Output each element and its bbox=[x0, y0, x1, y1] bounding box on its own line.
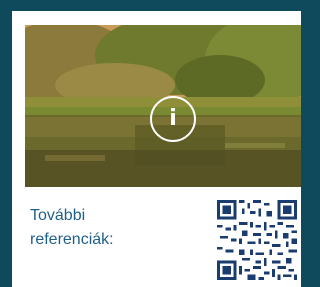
reference-card: i További referenciák: bbox=[12, 11, 301, 287]
references-label: További referenciák: bbox=[30, 204, 190, 252]
qr-code-icon[interactable] bbox=[217, 200, 297, 280]
references-label-line1: További bbox=[30, 207, 86, 224]
info-icon: i bbox=[169, 106, 177, 131]
info-button[interactable]: i bbox=[150, 96, 196, 142]
lake-photo: i bbox=[25, 25, 301, 187]
references-label-line2: referenciák: bbox=[30, 231, 114, 248]
